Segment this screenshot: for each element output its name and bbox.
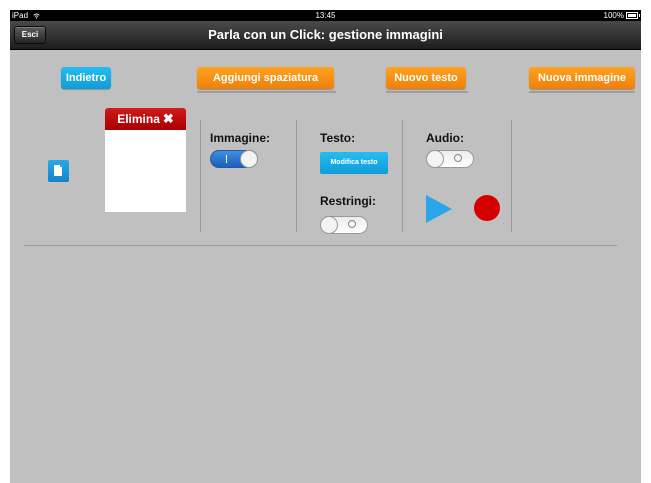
new-image-underline (529, 91, 635, 93)
add-spacing-underline (197, 91, 336, 93)
record-icon[interactable] (474, 195, 500, 221)
navigation-bar: Esci Parla con un Click: gestione immagi… (10, 21, 641, 50)
status-time: 13:45 (315, 11, 336, 20)
battery-icon (626, 12, 640, 19)
toggle-off-mark (348, 220, 356, 228)
column-separator (200, 120, 201, 232)
delete-button[interactable]: Elimina ✖ (105, 108, 186, 130)
toggle-knob (320, 216, 338, 234)
image-toggle[interactable] (210, 150, 258, 168)
status-battery-group: 100% (603, 10, 640, 21)
new-text-button[interactable]: Nuovo testo (386, 67, 466, 89)
toggle-off-mark (454, 154, 462, 162)
document-button[interactable] (48, 160, 69, 182)
x-icon: ✖ (162, 111, 174, 126)
status-bar: iPad 13:45 100% (10, 10, 641, 21)
shrink-label: Restringi: (320, 194, 377, 208)
document-icon (54, 164, 63, 176)
text-label: Testo: (320, 131, 356, 145)
audio-toggle[interactable] (426, 150, 474, 168)
edit-text-button[interactable]: Modifica testo (320, 152, 388, 174)
column-separator (296, 120, 297, 232)
play-icon[interactable] (426, 195, 452, 223)
image-label: Immagine: (210, 131, 271, 145)
back-button[interactable]: Indietro (61, 67, 111, 89)
add-spacing-button[interactable]: Aggiungi spaziatura (197, 67, 334, 89)
shrink-toggle[interactable] (320, 216, 368, 234)
row-divider (24, 245, 617, 246)
new-text-underline (386, 91, 468, 93)
new-image-button[interactable]: Nuova immagine (529, 67, 635, 89)
column-separator (402, 120, 403, 232)
delete-label: Elimina (117, 112, 160, 126)
toggle-knob (426, 150, 444, 168)
battery-percent: 100% (603, 11, 624, 20)
toggle-knob (240, 150, 258, 168)
image-thumbnail[interactable] (105, 130, 186, 212)
app-screen: iPad 13:45 100% Esci Parla con un Click:… (10, 10, 641, 483)
page-title: Parla con un Click: gestione immagini (208, 27, 443, 42)
toggle-on-mark (226, 155, 227, 163)
column-separator (511, 120, 512, 232)
audio-label: Audio: (426, 131, 464, 145)
